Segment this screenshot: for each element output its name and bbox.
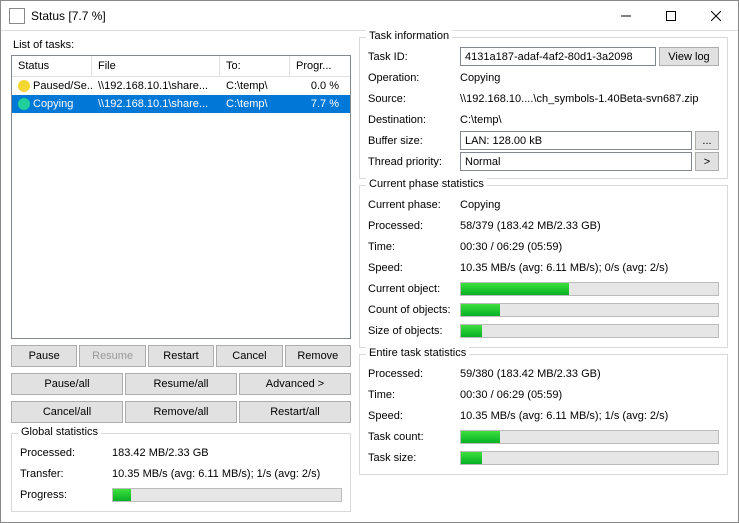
global-statistics-title: Global statistics (18, 426, 101, 438)
global-progress-bar (112, 488, 342, 502)
entire-task-group: Entire task statistics Processed:59/380 … (359, 354, 728, 475)
task-id-field[interactable]: 4131a187-adaf-4af2-80d1-3a2098 (460, 47, 656, 66)
source-value: \\192.168.10....\ch_symbols-1.40Beta-svn… (460, 93, 719, 105)
phase-time: 00:30 / 06:29 (05:59) (460, 241, 719, 253)
destination-label: Destination: (368, 114, 460, 126)
col-to[interactable]: To: (220, 56, 290, 76)
phase-label: Current phase: (368, 199, 460, 211)
tasklist-label: List of tasks: (13, 39, 351, 51)
buffer-browse-button[interactable]: ... (695, 131, 719, 150)
status-icon (18, 98, 30, 110)
maximize-button[interactable] (648, 1, 693, 30)
table-row[interactable]: Copying \\192.168.10.1\share... C:\temp\… (12, 95, 350, 113)
row-status: Copying (33, 98, 73, 110)
count-objects-label: Count of objects: (368, 304, 460, 316)
operation-label: Operation: (368, 72, 460, 84)
global-transfer-label: Transfer: (20, 468, 112, 480)
size-objects-bar (460, 324, 719, 338)
global-statistics-group: Global statistics Processed:183.42 MB/2.… (11, 433, 351, 512)
close-button[interactable] (693, 1, 738, 30)
current-phase-group: Current phase statistics Current phase:C… (359, 185, 728, 348)
phase-time-label: Time: (368, 241, 460, 253)
priority-field[interactable]: Normal (460, 152, 692, 171)
row-file: \\192.168.10.1\share... (92, 97, 220, 111)
phase-value: Copying (460, 199, 719, 211)
col-status[interactable]: Status (12, 56, 92, 76)
priority-label: Thread priority: (368, 156, 460, 168)
content: List of tasks: Status File To: Progr... … (1, 31, 738, 522)
pause-button[interactable]: Pause (11, 345, 77, 367)
app-window: Status [7.7 %] List of tasks: Status Fil… (0, 0, 739, 523)
source-label: Source: (368, 93, 460, 105)
task-time: 00:30 / 06:29 (05:59) (460, 389, 719, 401)
task-count-label: Task count: (368, 431, 460, 443)
row-to: C:\temp\ (220, 97, 290, 111)
task-list[interactable]: Status File To: Progr... Paused/Se... \\… (11, 55, 351, 339)
task-size-label: Task size: (368, 452, 460, 464)
resume-button[interactable]: Resume (79, 345, 145, 367)
current-object-bar (460, 282, 719, 296)
row-prog: 7.7 % (290, 97, 345, 111)
priority-menu-button[interactable]: > (695, 152, 719, 171)
entire-task-title: Entire task statistics (366, 347, 469, 359)
task-processed: 59/380 (183.42 MB/2.33 GB) (460, 368, 719, 380)
col-progress[interactable]: Progr... (290, 56, 345, 76)
current-phase-title: Current phase statistics (366, 178, 487, 190)
phase-speed-label: Speed: (368, 262, 460, 274)
titlebar[interactable]: Status [7.7 %] (1, 1, 738, 31)
task-list-header[interactable]: Status File To: Progr... (12, 56, 350, 77)
resume-all-button[interactable]: Resume/all (125, 373, 237, 395)
col-file[interactable]: File (92, 56, 220, 76)
task-speed-label: Speed: (368, 410, 460, 422)
restart-all-button[interactable]: Restart/all (239, 401, 351, 423)
status-icon (18, 80, 30, 92)
window-title: Status [7.7 %] (31, 9, 603, 23)
phase-processed-label: Processed: (368, 220, 460, 232)
task-information-group: Task information Task ID:4131a187-adaf-4… (359, 37, 728, 179)
current-object-label: Current object: (368, 283, 460, 295)
size-objects-label: Size of objects: (368, 325, 460, 337)
global-progress-label: Progress: (20, 489, 112, 501)
phase-speed: 10.35 MB/s (avg: 6.11 MB/s); 0/s (avg: 2… (460, 262, 719, 274)
global-transfer: 10.35 MB/s (avg: 6.11 MB/s); 1/s (avg: 2… (112, 468, 342, 480)
global-processed: 183.42 MB/2.33 GB (112, 447, 342, 459)
advanced-button[interactable]: Advanced > (239, 373, 351, 395)
table-row[interactable]: Paused/Se... \\192.168.10.1\share... C:\… (12, 77, 350, 95)
remove-all-button[interactable]: Remove/all (125, 401, 237, 423)
row-prog: 0.0 % (290, 79, 345, 93)
task-information-title: Task information (366, 30, 452, 42)
task-count-bar (460, 430, 719, 444)
count-objects-bar (460, 303, 719, 317)
app-icon (9, 8, 25, 24)
task-time-label: Time: (368, 389, 460, 401)
destination-value: C:\temp\ (460, 114, 719, 126)
task-id-label: Task ID: (368, 51, 460, 63)
buffer-label: Buffer size: (368, 135, 460, 147)
operation-value: Copying (460, 72, 719, 84)
cancel-all-button[interactable]: Cancel/all (11, 401, 123, 423)
phase-processed: 58/379 (183.42 MB/2.33 GB) (460, 220, 719, 232)
global-processed-label: Processed: (20, 447, 112, 459)
view-log-button[interactable]: View log (659, 47, 719, 66)
minimize-button[interactable] (603, 1, 648, 30)
remove-button[interactable]: Remove (285, 345, 351, 367)
row-status: Paused/Se... (33, 80, 92, 92)
pause-all-button[interactable]: Pause/all (11, 373, 123, 395)
task-size-bar (460, 451, 719, 465)
task-processed-label: Processed: (368, 368, 460, 380)
row-file: \\192.168.10.1\share... (92, 79, 220, 93)
row-to: C:\temp\ (220, 79, 290, 93)
task-speed: 10.35 MB/s (avg: 6.11 MB/s); 1/s (avg: 2… (460, 410, 719, 422)
restart-button[interactable]: Restart (148, 345, 214, 367)
buffer-field[interactable]: LAN: 128.00 kB (460, 131, 692, 150)
cancel-button[interactable]: Cancel (216, 345, 282, 367)
